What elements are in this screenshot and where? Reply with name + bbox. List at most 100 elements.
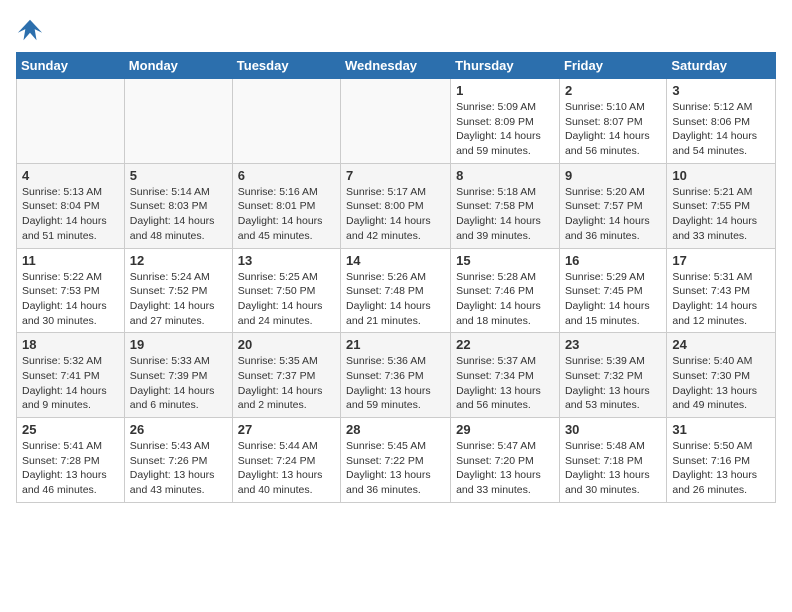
calendar-week-row: 1Sunrise: 5:09 AM Sunset: 8:09 PM Daylig… <box>17 79 776 164</box>
day-info: Sunrise: 5:25 AM Sunset: 7:50 PM Dayligh… <box>238 270 335 329</box>
day-info: Sunrise: 5:44 AM Sunset: 7:24 PM Dayligh… <box>238 439 335 498</box>
calendar-cell: 17 Sunrise: 5:31 AM Sunset: 7:43 PM Dayli… <box>667 248 776 333</box>
day-number: 19 <box>130 337 227 352</box>
day-info: Sunrise: 5:10 AM Sunset: 8:07 PM Dayligh… <box>565 100 661 159</box>
calendar-cell: 14 Sunrise: 5:26 AM Sunset: 7:48 PM Dayli… <box>341 248 451 333</box>
day-of-week-friday: Friday <box>559 53 666 79</box>
page-header <box>16 16 776 44</box>
logo <box>16 16 48 44</box>
day-info: Sunrise: 5:39 AM Sunset: 7:32 PM Dayligh… <box>565 354 661 413</box>
day-number: 14 <box>346 253 445 268</box>
calendar-cell: 8Sunrise: 5:18 AM Sunset: 7:58 PM Daylig… <box>451 163 560 248</box>
day-info: Sunrise: 5:40 AM Sunset: 7:30 PM Dayligh… <box>672 354 770 413</box>
calendar-cell: 1Sunrise: 5:09 AM Sunset: 8:09 PM Daylig… <box>451 79 560 164</box>
calendar-cell: 20 Sunrise: 5:35 AM Sunset: 7:37 PM Dayli… <box>232 333 340 418</box>
calendar-cell: 7 Sunrise: 5:17 AM Sunset: 8:00 PM Daylig… <box>341 163 451 248</box>
calendar-cell: 6 Sunrise: 5:16 AM Sunset: 8:01 PM Daylig… <box>232 163 340 248</box>
day-number: 27 <box>238 422 335 437</box>
calendar-cell: 23 Sunrise: 5:39 AM Sunset: 7:32 PM Dayli… <box>559 333 666 418</box>
day-number: 31 <box>672 422 770 437</box>
day-info: Sunrise: 5:43 AM Sunset: 7:26 PM Dayligh… <box>130 439 227 498</box>
day-number: 7 <box>346 168 445 183</box>
day-info: Sunrise: 5:35 AM Sunset: 7:37 PM Dayligh… <box>238 354 335 413</box>
day-number: 11 <box>22 253 119 268</box>
day-info: Sunrise: 5:32 AM Sunset: 7:41 PM Dayligh… <box>22 354 119 413</box>
day-number: 21 <box>346 337 445 352</box>
calendar-cell: 18 Sunrise: 5:32 AM Sunset: 7:41 PM Dayli… <box>17 333 125 418</box>
day-number: 18 <box>22 337 119 352</box>
day-of-week-tuesday: Tuesday <box>232 53 340 79</box>
day-info: Sunrise: 5:09 AM Sunset: 8:09 PM Dayligh… <box>456 100 554 159</box>
day-number: 17 <box>672 253 770 268</box>
calendar-cell: 2 Sunrise: 5:10 AM Sunset: 8:07 PM Daylig… <box>559 79 666 164</box>
calendar-cell: 16 Sunrise: 5:29 AM Sunset: 7:45 PM Dayli… <box>559 248 666 333</box>
calendar-week-row: 11Sunrise: 5:22 AM Sunset: 7:53 PM Dayli… <box>17 248 776 333</box>
calendar-week-row: 4 Sunrise: 5:13 AM Sunset: 8:04 PM Daylig… <box>17 163 776 248</box>
day-info: Sunrise: 5:29 AM Sunset: 7:45 PM Dayligh… <box>565 270 661 329</box>
day-info: Sunrise: 5:28 AM Sunset: 7:46 PM Dayligh… <box>456 270 554 329</box>
day-number: 25 <box>22 422 119 437</box>
calendar-week-row: 25 Sunrise: 5:41 AM Sunset: 7:28 PM Dayli… <box>17 418 776 503</box>
day-info: Sunrise: 5:47 AM Sunset: 7:20 PM Dayligh… <box>456 439 554 498</box>
day-info: Sunrise: 5:13 AM Sunset: 8:04 PM Dayligh… <box>22 185 119 244</box>
calendar-cell <box>341 79 451 164</box>
day-info: Sunrise: 5:33 AM Sunset: 7:39 PM Dayligh… <box>130 354 227 413</box>
calendar-cell: 25 Sunrise: 5:41 AM Sunset: 7:28 PM Dayli… <box>17 418 125 503</box>
day-of-week-saturday: Saturday <box>667 53 776 79</box>
day-info: Sunrise: 5:26 AM Sunset: 7:48 PM Dayligh… <box>346 270 445 329</box>
day-number: 3 <box>672 83 770 98</box>
calendar-cell: 4 Sunrise: 5:13 AM Sunset: 8:04 PM Daylig… <box>17 163 125 248</box>
calendar-cell: 24 Sunrise: 5:40 AM Sunset: 7:30 PM Dayli… <box>667 333 776 418</box>
day-number: 23 <box>565 337 661 352</box>
calendar-cell: 13 Sunrise: 5:25 AM Sunset: 7:50 PM Dayli… <box>232 248 340 333</box>
day-number: 20 <box>238 337 335 352</box>
day-info: Sunrise: 5:36 AM Sunset: 7:36 PM Dayligh… <box>346 354 445 413</box>
day-number: 22 <box>456 337 554 352</box>
calendar-cell: 26Sunrise: 5:43 AM Sunset: 7:26 PM Dayli… <box>124 418 232 503</box>
day-number: 9 <box>565 168 661 183</box>
day-info: Sunrise: 5:17 AM Sunset: 8:00 PM Dayligh… <box>346 185 445 244</box>
calendar-cell: 15 Sunrise: 5:28 AM Sunset: 7:46 PM Dayli… <box>451 248 560 333</box>
day-number: 28 <box>346 422 445 437</box>
day-number: 16 <box>565 253 661 268</box>
calendar-cell: 10Sunrise: 5:21 AM Sunset: 7:55 PM Dayli… <box>667 163 776 248</box>
calendar-cell: 11Sunrise: 5:22 AM Sunset: 7:53 PM Dayli… <box>17 248 125 333</box>
day-number: 5 <box>130 168 227 183</box>
day-number: 29 <box>456 422 554 437</box>
calendar-cell: 12 Sunrise: 5:24 AM Sunset: 7:52 PM Dayli… <box>124 248 232 333</box>
day-info: Sunrise: 5:31 AM Sunset: 7:43 PM Dayligh… <box>672 270 770 329</box>
day-of-week-monday: Monday <box>124 53 232 79</box>
day-number: 8 <box>456 168 554 183</box>
calendar-cell: 5 Sunrise: 5:14 AM Sunset: 8:03 PM Daylig… <box>124 163 232 248</box>
day-info: Sunrise: 5:37 AM Sunset: 7:34 PM Dayligh… <box>456 354 554 413</box>
calendar-cell: 19 Sunrise: 5:33 AM Sunset: 7:39 PM Dayli… <box>124 333 232 418</box>
day-info: Sunrise: 5:41 AM Sunset: 7:28 PM Dayligh… <box>22 439 119 498</box>
day-number: 6 <box>238 168 335 183</box>
calendar-cell: 21 Sunrise: 5:36 AM Sunset: 7:36 PM Dayli… <box>341 333 451 418</box>
day-number: 4 <box>22 168 119 183</box>
day-info: Sunrise: 5:48 AM Sunset: 7:18 PM Dayligh… <box>565 439 661 498</box>
calendar-header-row: SundayMondayTuesdayWednesdayThursdayFrid… <box>17 53 776 79</box>
day-number: 24 <box>672 337 770 352</box>
day-number: 15 <box>456 253 554 268</box>
day-number: 30 <box>565 422 661 437</box>
calendar-cell <box>232 79 340 164</box>
day-number: 2 <box>565 83 661 98</box>
day-info: Sunrise: 5:16 AM Sunset: 8:01 PM Dayligh… <box>238 185 335 244</box>
day-info: Sunrise: 5:14 AM Sunset: 8:03 PM Dayligh… <box>130 185 227 244</box>
day-number: 12 <box>130 253 227 268</box>
day-info: Sunrise: 5:45 AM Sunset: 7:22 PM Dayligh… <box>346 439 445 498</box>
day-info: Sunrise: 5:50 AM Sunset: 7:16 PM Dayligh… <box>672 439 770 498</box>
calendar-cell: 27 Sunrise: 5:44 AM Sunset: 7:24 PM Dayli… <box>232 418 340 503</box>
calendar-cell: 29 Sunrise: 5:47 AM Sunset: 7:20 PM Dayli… <box>451 418 560 503</box>
calendar-table: SundayMondayTuesdayWednesdayThursdayFrid… <box>16 52 776 503</box>
day-number: 10 <box>672 168 770 183</box>
day-info: Sunrise: 5:24 AM Sunset: 7:52 PM Dayligh… <box>130 270 227 329</box>
calendar-cell: 28 Sunrise: 5:45 AM Sunset: 7:22 PM Dayli… <box>341 418 451 503</box>
calendar-cell: 30 Sunrise: 5:48 AM Sunset: 7:18 PM Dayli… <box>559 418 666 503</box>
calendar-cell <box>17 79 125 164</box>
day-number: 13 <box>238 253 335 268</box>
logo-icon <box>16 16 44 44</box>
calendar-cell: 3Sunrise: 5:12 AM Sunset: 8:06 PM Daylig… <box>667 79 776 164</box>
calendar-cell <box>124 79 232 164</box>
